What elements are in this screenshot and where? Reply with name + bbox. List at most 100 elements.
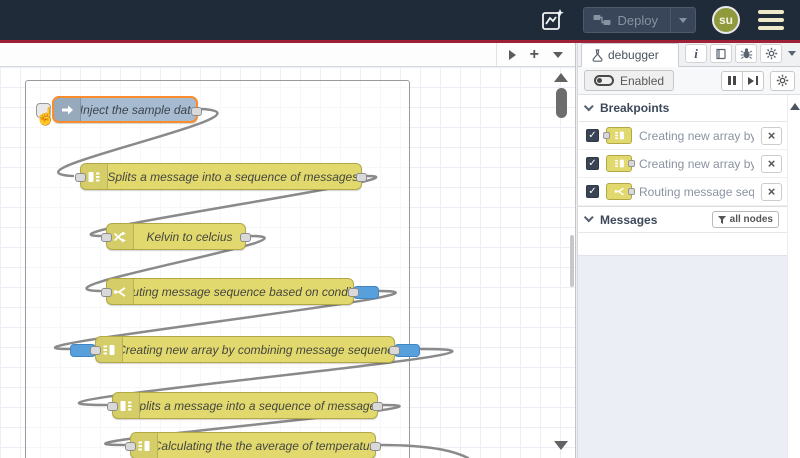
delete-breakpoint-button[interactable]: ×	[761, 182, 782, 201]
output-port[interactable]	[356, 173, 367, 182]
panel-empty-area	[578, 255, 787, 458]
debugger-settings-button[interactable]	[770, 70, 795, 91]
menu-icon[interactable]	[756, 6, 786, 34]
delete-breakpoint-button[interactable]: ×	[761, 126, 782, 145]
flow-canvas[interactable]: Inject the sample data Splits a message …	[0, 67, 575, 458]
input-port[interactable]	[125, 442, 136, 451]
input-port[interactable]	[90, 346, 101, 355]
sidebar-tabbar: debugger i	[578, 43, 800, 67]
switch-node-icon	[606, 183, 635, 200]
input-port[interactable]	[107, 402, 118, 411]
flow-node-change[interactable]: Kelvin to celcius	[101, 223, 251, 250]
deploy-nodes-icon	[593, 15, 611, 25]
debugger-toolbar: Enabled	[578, 67, 800, 95]
bug-icon[interactable]	[735, 44, 757, 63]
node-label: Splits a message into a sequence of mess…	[108, 169, 361, 184]
flow-node-split[interactable]: Splits a message into a sequence of mess…	[107, 392, 383, 419]
enabled-toggle-button[interactable]: Enabled	[584, 70, 675, 91]
flow-tabbar: +	[0, 43, 575, 67]
node-label: Routing message sequence based on condit…	[134, 284, 353, 299]
input-port[interactable]	[75, 173, 86, 182]
step-button[interactable]	[742, 70, 764, 91]
join-node-icon	[606, 155, 635, 172]
collapse-chevron-icon	[583, 100, 594, 111]
breakpoint-label[interactable]: Creating new array by combining message …	[639, 157, 754, 171]
deploy-options-caret[interactable]	[670, 8, 695, 32]
node-label: Splits a message into a sequence of mess…	[140, 398, 377, 413]
deploy-label: Deploy	[617, 12, 658, 28]
breakpoint-label[interactable]: Creating new array by combining message …	[639, 129, 754, 143]
avatar-initials: su	[718, 13, 733, 27]
output-port[interactable]	[389, 346, 400, 355]
cursor-pointer-icon: ☝	[35, 107, 57, 126]
app-header: Deploy su	[0, 0, 800, 40]
pause-button[interactable]	[721, 70, 743, 91]
node-label: Calculating the the average of temperatu…	[158, 438, 375, 453]
node-label: Kelvin to celcius	[146, 229, 233, 244]
tab-debugger[interactable]: debugger	[581, 43, 679, 67]
join-node-icon	[603, 127, 632, 144]
breakpoint-row: ✓ Creating new array by combining messag…	[578, 150, 787, 178]
deploy-button[interactable]: Deploy	[582, 7, 696, 33]
flow-node-inject[interactable]: Inject the sample data	[36, 96, 202, 123]
toggle-icon	[594, 75, 614, 86]
workspace: + Inject the sample data Splits a messag…	[0, 43, 575, 458]
flask-icon	[592, 48, 603, 62]
input-port[interactable]	[101, 288, 112, 297]
enabled-label: Enabled	[620, 73, 665, 88]
canvas-scrollbar-thumb[interactable]	[556, 88, 567, 118]
collapse-chevron-icon	[583, 212, 594, 223]
output-port-nub	[628, 188, 635, 195]
canvas-native-scrollbar[interactable]	[570, 235, 574, 287]
chevron-down-icon	[679, 17, 687, 23]
flow-node-split[interactable]: Splits a message into a sequence of mess…	[75, 163, 367, 190]
canvas-scroll-down-icon[interactable]	[554, 441, 568, 450]
funnel-icon	[717, 215, 726, 224]
output-port[interactable]	[372, 402, 383, 411]
flow-node-join[interactable]: Creating new array by combining message …	[70, 336, 420, 363]
section-title: Messages	[600, 212, 658, 227]
input-port-nub	[603, 132, 610, 139]
flow-node-join[interactable]: Calculating the the average of temperatu…	[125, 432, 381, 458]
flow-list-caret[interactable]	[553, 51, 563, 58]
scroll-up-icon[interactable]	[790, 103, 800, 110]
message-filter-button[interactable]: all nodes	[711, 211, 779, 228]
node-label: Inject the sample data	[81, 102, 196, 117]
flow-assistant-icon[interactable]	[539, 7, 567, 33]
breakpoint-label[interactable]: Routing message sequence based on condit…	[639, 185, 754, 199]
output-port[interactable]	[370, 442, 381, 451]
output-port[interactable]	[240, 233, 251, 242]
breakpoint-row: ✓ Creating new array by combining messag…	[578, 122, 787, 150]
output-port[interactable]	[191, 107, 202, 116]
breakpoint-row: ✓ Routing message sequence based on cond…	[578, 178, 787, 206]
inject-arrow-icon	[54, 98, 81, 121]
flow-node-switch[interactable]: Routing message sequence based on condit…	[101, 278, 379, 305]
output-port-nub	[628, 160, 635, 167]
tab-label: debugger	[608, 48, 659, 62]
sidebar-scrollbar[interactable]	[787, 95, 800, 458]
node-red-window: Deploy su + Inject the sample data Split…	[0, 0, 800, 458]
breakpoint-checkbox[interactable]: ✓	[586, 157, 599, 170]
sidebar: debugger i Enabled Breakpoints ✓ Creatin…	[578, 43, 800, 458]
wire[interactable]	[378, 443, 470, 458]
breakpoint-checkbox[interactable]: ✓	[586, 129, 599, 142]
chevron-down-icon[interactable]	[788, 51, 796, 56]
scroll-tabs-right-icon[interactable]	[508, 49, 516, 60]
input-port[interactable]	[101, 233, 112, 242]
book-icon[interactable]	[710, 44, 732, 63]
output-port[interactable]	[348, 288, 359, 297]
user-avatar[interactable]: su	[712, 6, 740, 34]
add-flow-button[interactable]: +	[530, 46, 539, 63]
breakpoint-checkbox[interactable]: ✓	[586, 185, 599, 198]
debugger-panel: Breakpoints ✓ Creating new array by comb…	[578, 95, 800, 458]
info-icon[interactable]: i	[685, 44, 707, 63]
node-label: Creating new array by combining message …	[123, 342, 394, 357]
delete-breakpoint-button[interactable]: ×	[761, 154, 782, 173]
section-title: Breakpoints	[600, 101, 670, 115]
filter-label: all nodes	[729, 214, 773, 225]
messages-section-header[interactable]: Messages all nodes	[578, 206, 787, 233]
gear-icon[interactable]	[760, 44, 782, 63]
canvas-scroll-up-icon[interactable]	[554, 73, 568, 82]
breakpoints-section-header[interactable]: Breakpoints	[578, 95, 787, 122]
messages-list-empty	[578, 233, 787, 255]
